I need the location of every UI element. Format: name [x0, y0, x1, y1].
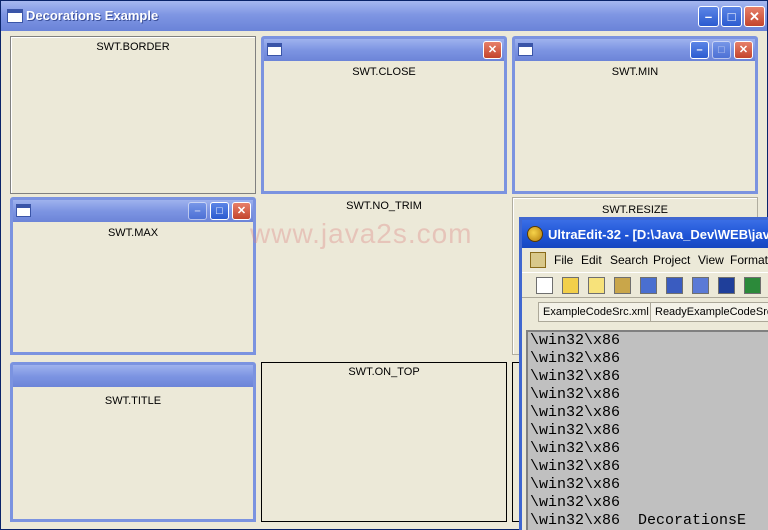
- ultraedit-file-tabs: ExampleCodeSrc.xml ReadyExampleCodeSrc: [522, 300, 768, 324]
- shell-min-titlebar[interactable]: – □ ✕: [515, 39, 755, 61]
- main-titlebar[interactable]: Decorations Example – □ ✕: [1, 1, 767, 31]
- open-folder-icon[interactable]: [562, 277, 579, 294]
- shell-min-minimize-button[interactable]: –: [690, 41, 709, 59]
- code-line: \win32\x86: [530, 494, 621, 511]
- shell-close-close-button[interactable]: ✕: [483, 41, 502, 59]
- code-line: \win32\x86: [530, 386, 621, 403]
- shell-min-close-button[interactable]: ✕: [734, 41, 753, 59]
- shell-window-icon: [16, 204, 31, 217]
- code-line: \win32\x86: [530, 350, 621, 367]
- shell-max-close-button[interactable]: ✕: [232, 202, 251, 220]
- shell-label-min: SWT.MIN: [611, 66, 659, 78]
- find-files-icon[interactable]: [640, 277, 657, 294]
- menu-project[interactable]: Project: [653, 253, 690, 267]
- ultraedit-menubar: File Edit Search Project View Format: [522, 250, 768, 270]
- shell-close[interactable]: ✕ SWT.CLOSE: [261, 36, 507, 194]
- shell-label-resize: SWT.RESIZE: [601, 204, 668, 216]
- tab-ready-example-code-src[interactable]: ReadyExampleCodeSrc: [650, 302, 768, 322]
- open-file-icon[interactable]: [588, 277, 605, 294]
- replace-files-icon[interactable]: [666, 277, 683, 294]
- minimize-button[interactable]: –: [698, 6, 719, 27]
- shell-min[interactable]: – □ ✕ SWT.MIN: [512, 36, 758, 194]
- shell-max-titlebar[interactable]: – □ ✕: [13, 200, 253, 222]
- close-file-icon[interactable]: [614, 277, 631, 294]
- ultraedit-toolbar: [522, 272, 768, 298]
- close-button[interactable]: ✕: [744, 6, 765, 27]
- ftp-icon[interactable]: [692, 277, 709, 294]
- code-line: \win32\x86: [530, 332, 621, 349]
- new-file-icon[interactable]: [536, 277, 553, 294]
- shell-label-close: SWT.CLOSE: [352, 66, 416, 78]
- code-line: \win32\x86 DecorationsE: [530, 512, 747, 529]
- window-icon[interactable]: [7, 9, 23, 23]
- shell-on-top[interactable]: SWT.ON_TOP: [261, 362, 507, 522]
- shell-label-max: SWT.MAX: [107, 227, 159, 239]
- ultraedit-window: UltraEdit-32 - [D:\Java_Dev\WEB\jav File…: [519, 217, 768, 530]
- shell-max-maximize-button[interactable]: □: [210, 202, 229, 220]
- shell-label-border: SWT.BORDER: [96, 41, 170, 53]
- code-line: \win32\x86: [530, 368, 621, 385]
- shell-max-minimize-button: –: [188, 202, 207, 220]
- code-line: \win32\x86: [530, 458, 621, 475]
- ultraedit-title: UltraEdit-32 - [D:\Java_Dev\WEB\jav: [548, 227, 768, 242]
- menu-file[interactable]: File: [554, 253, 573, 267]
- menu-search[interactable]: Search: [610, 253, 648, 267]
- shell-close-titlebar[interactable]: ✕: [264, 39, 504, 61]
- window-title: Decorations Example: [26, 8, 159, 23]
- watermark-text: www.java2s.com: [250, 218, 473, 249]
- document-menu-icon[interactable]: [530, 252, 546, 268]
- shell-border[interactable]: SWT.BORDER: [10, 36, 256, 194]
- tab-example-code-src[interactable]: ExampleCodeSrc.xml: [538, 302, 654, 322]
- save-icon[interactable]: [718, 277, 735, 294]
- code-line: \win32\x86: [530, 476, 621, 493]
- shell-label-title: SWT.TITLE: [104, 395, 162, 407]
- menu-format[interactable]: Format: [730, 253, 768, 267]
- ultraedit-app-icon[interactable]: [527, 226, 543, 242]
- menu-edit[interactable]: Edit: [581, 253, 602, 267]
- shell-label-no-trim: SWT.NO_TRIM: [346, 200, 422, 212]
- code-line: \win32\x86: [530, 422, 621, 439]
- shell-min-maximize-button: □: [712, 41, 731, 59]
- ultraedit-titlebar[interactable]: UltraEdit-32 - [D:\Java_Dev\WEB\jav: [522, 220, 768, 248]
- shell-label-on-top: SWT.ON_TOP: [348, 366, 420, 378]
- shell-title-titlebar[interactable]: [13, 365, 253, 387]
- maximize-button[interactable]: □: [721, 6, 742, 27]
- code-line: \win32\x86: [530, 440, 621, 457]
- ultraedit-editor[interactable]: \win32\x86 \win32\x86 \win32\x86 \win32\…: [526, 330, 768, 530]
- shell-window-icon: [267, 43, 282, 56]
- shell-window-icon: [518, 43, 533, 56]
- save-all-icon[interactable]: [744, 277, 761, 294]
- menu-view[interactable]: View: [698, 253, 724, 267]
- shell-max[interactable]: – □ ✕ SWT.MAX: [10, 197, 256, 355]
- code-line: \win32\x86: [530, 404, 621, 421]
- shell-title[interactable]: SWT.TITLE: [10, 362, 256, 522]
